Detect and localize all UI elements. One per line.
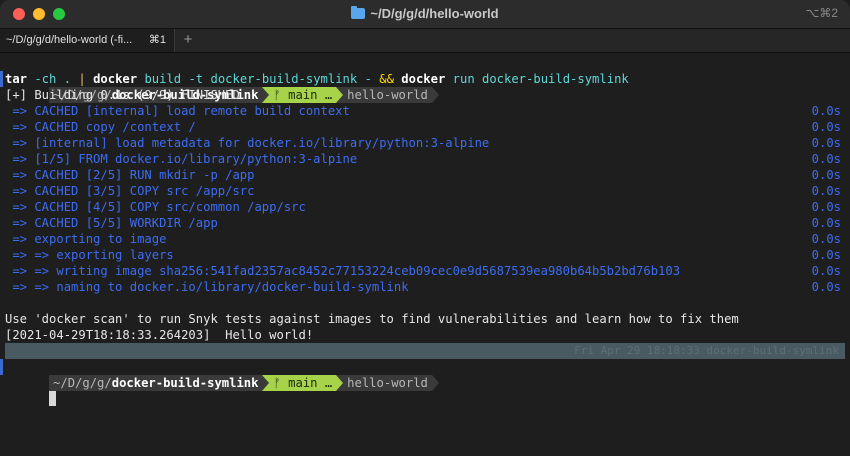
build-step-duration: 0.0s: [811, 264, 841, 278]
build-step-duration: 0.0s: [811, 168, 841, 182]
cmd-token: docker: [393, 72, 446, 86]
prompt-path-prefix: ~/D/g/g/: [53, 376, 112, 390]
prompt-context: hello-world: [343, 375, 432, 391]
folder-icon: [351, 6, 366, 19]
build-step: => => writing image sha256:541fad2357ac8…: [5, 263, 845, 279]
prompt-ghost-text: Fri Apr 29 18:18:33 docker-build-symlink: [574, 344, 839, 357]
window-title-container: ~/D/g/g/d/hello-world: [0, 6, 850, 21]
build-step-duration: 0.0s: [811, 280, 841, 294]
build-step-text: => CACHED [5/5] WORKDIR /app: [5, 216, 218, 230]
program-output: [2021-04-29T18:18:33.264203] Hello world…: [5, 328, 314, 342]
build-step: => CACHED copy /context / 0.0s: [5, 119, 845, 135]
build-step-text: => => writing image sha256:541fad2357ac8…: [5, 264, 681, 278]
build-step-text: => CACHED [2/5] RUN mkdir -p /app: [5, 168, 255, 182]
build-step-duration: 0.0s: [811, 152, 841, 166]
terminal-output[interactable]: ~/D/g/g/docker-build-symlink ᚠ main … hell…: [0, 55, 845, 406]
prompt-path: ~/D/g/g/docker-build-symlink: [49, 375, 263, 391]
build-step-duration: 0.0s: [811, 120, 841, 134]
prompt-separator: [336, 375, 344, 391]
tab-bar: ~/D/g/g/d/hello-world (-fi... ⌘1 +: [0, 29, 850, 53]
build-step-duration: 0.0s: [811, 232, 841, 246]
build-step: => [1/5] FROM docker.io/library/python:3…: [5, 151, 845, 167]
active-prompt-line[interactable]: ~/D/g/g/docker-build-symlink ᚠ main … hell…: [0, 343, 845, 406]
cmd-token: build -t docker-build-symlink -: [137, 72, 380, 86]
build-step-text: => exporting to image: [5, 232, 167, 246]
build-step: => [internal] load metadata for docker.i…: [5, 135, 845, 151]
build-step: => CACHED [internal] load remote build c…: [5, 103, 845, 119]
prompt: ~/D/g/g/docker-build-symlink ᚠ main … hell…: [49, 375, 439, 391]
build-step-text: => CACHED copy /context /: [5, 120, 196, 134]
new-tab-button[interactable]: +: [178, 29, 198, 52]
scan-hint: Use 'docker scan' to run Snyk tests agai…: [5, 312, 739, 326]
build-step: => => exporting layers 0.0s: [5, 247, 845, 263]
prompt-line: ~/D/g/g/docker-build-symlink ᚠ main … hell…: [0, 55, 845, 103]
prompt-path-current: docker-build-symlink: [111, 376, 259, 390]
cmd-token: |: [78, 72, 86, 86]
build-step-duration: 0.0s: [811, 104, 841, 118]
build-header: [+] Building 0.1s (9/9) FINISHED: [5, 88, 240, 102]
command-line: tar -ch . | docker build -t docker-build…: [5, 71, 845, 87]
cmd-token: &&: [379, 72, 394, 86]
tab-hello-world[interactable]: ~/D/g/g/d/hello-world (-fi... ⌘1: [0, 29, 175, 52]
build-step: => CACHED [4/5] COPY src/common /app/src…: [5, 199, 845, 215]
prompt-separator: [262, 375, 270, 391]
window-shortcut: ⌥⌘2: [805, 6, 838, 20]
cmd-token: docker: [85, 72, 138, 86]
build-step-text: => CACHED [3/5] COPY src /app/src: [5, 184, 255, 198]
build-step-text: => => naming to docker.io/library/docker…: [5, 280, 409, 294]
build-step-duration: 0.0s: [811, 136, 841, 150]
build-step-duration: 0.0s: [811, 216, 841, 230]
build-step: => CACHED [3/5] COPY src /app/src 0.0s: [5, 183, 845, 199]
build-step: => exporting to image 0.0s: [5, 231, 845, 247]
build-step: => => naming to docker.io/library/docker…: [5, 279, 845, 295]
prompt-marker: [0, 71, 3, 87]
build-step-text: => [1/5] FROM docker.io/library/python:3…: [5, 152, 358, 166]
prompt-git-branch: ᚠ main …: [269, 375, 337, 391]
build-step-text: => => exporting layers: [5, 248, 174, 262]
title-bar: ~/D/g/g/d/hello-world ⌥⌘2: [0, 0, 850, 29]
build-step-duration: 0.0s: [811, 248, 841, 262]
window-title: ~/D/g/g/d/hello-world: [370, 6, 499, 21]
build-step-duration: 0.0s: [811, 200, 841, 214]
build-step: => CACHED [5/5] WORKDIR /app 0.0s: [5, 215, 845, 231]
tab-label: ~/D/g/g/d/hello-world (-fi...: [6, 34, 133, 46]
build-step-text: => CACHED [internal] load remote build c…: [5, 104, 350, 118]
prompt-marker: [0, 359, 3, 375]
text-cursor[interactable]: [49, 391, 57, 406]
prompt-separator: [431, 375, 439, 391]
cmd-token: tar: [5, 72, 28, 86]
terminal-window: ~/D/g/g/d/hello-world ⌥⌘2 ~/D/g/g/d/hell…: [0, 0, 850, 456]
cmd-token: -ch .: [27, 72, 79, 86]
tab-shortcut: ⌘1: [148, 34, 166, 46]
build-step-text: => CACHED [4/5] COPY src/common /app/src: [5, 200, 306, 214]
cmd-token: run docker-build-symlink: [445, 72, 629, 86]
build-step: => CACHED [2/5] RUN mkdir -p /app 0.0s: [5, 167, 845, 183]
build-step-text: => [internal] load metadata for docker.i…: [5, 136, 490, 150]
build-step-duration: 0.0s: [811, 184, 841, 198]
